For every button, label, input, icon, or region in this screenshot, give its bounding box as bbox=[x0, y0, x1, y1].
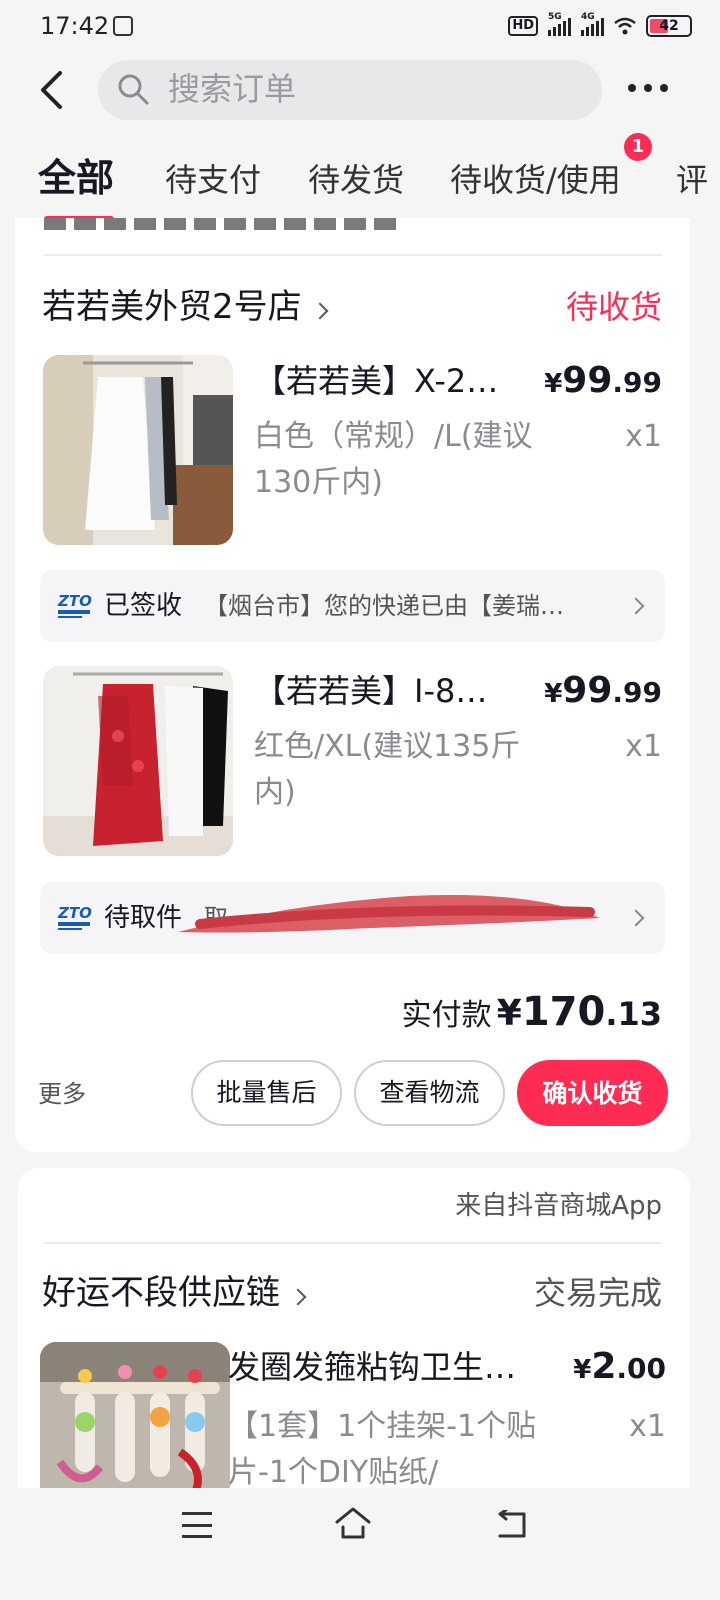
network-5g-label: 5G bbox=[548, 12, 562, 22]
product-price: ¥2.00 bbox=[540, 1344, 666, 1393]
price-decimal: .99 bbox=[612, 366, 662, 399]
paid-decimal: .13 bbox=[605, 995, 662, 1033]
product-spec: 红色/XL(建议135斤内) bbox=[254, 729, 521, 810]
product-thumbnail[interactable] bbox=[43, 666, 233, 856]
product-qty: x1 bbox=[625, 729, 662, 764]
status-time: 17:42 bbox=[40, 12, 110, 40]
product-thumbnail[interactable] bbox=[40, 1342, 230, 1488]
signal-5g-icon: 5G bbox=[548, 12, 571, 36]
product-price: ¥99.99 bbox=[510, 358, 662, 407]
shop-name[interactable]: 好运不段供应链 bbox=[42, 1273, 280, 1313]
logistics-detail: 【烟台市】您的快递已由【姜瑞… bbox=[204, 592, 564, 620]
more-button[interactable]: 更多 bbox=[38, 1076, 86, 1112]
product-spec-clip: 【1套】1个挂架-1个贴片-1个DIY贴纸/ bbox=[228, 1404, 558, 1488]
shop-name-row[interactable]: 若若美外贸2号店 bbox=[42, 284, 329, 330]
notification-app-icon bbox=[113, 16, 133, 36]
price-decimal: .00 bbox=[616, 1352, 666, 1385]
order-status: 交易完成 bbox=[533, 1274, 662, 1312]
divider bbox=[44, 1242, 662, 1244]
svg-text:ZTO: ZTO bbox=[57, 592, 92, 610]
paid-symbol: ¥ bbox=[496, 993, 522, 1034]
tab-badge: 1 bbox=[624, 133, 652, 161]
tab-pending-shipment[interactable]: 待发货 bbox=[308, 158, 404, 202]
product-title[interactable]: 【若若美】X-2… bbox=[254, 358, 514, 404]
wifi-icon bbox=[614, 17, 636, 35]
battery-level: 42 bbox=[659, 18, 679, 34]
price-integer: 99 bbox=[562, 670, 613, 711]
paid-label: 实付款 bbox=[401, 998, 492, 1033]
price-decimal: .99 bbox=[612, 676, 662, 709]
zto-express-icon: ZTO bbox=[57, 904, 92, 930]
svg-text:ZTO: ZTO bbox=[57, 904, 92, 922]
product-thumbnail[interactable] bbox=[43, 355, 233, 545]
truncated-text bbox=[44, 208, 404, 230]
shop-name[interactable]: 若若美外贸2号店 bbox=[42, 287, 302, 327]
hd-badge: HD bbox=[508, 16, 538, 36]
battery-icon: 42 bbox=[646, 15, 692, 37]
signal-4g-icon: 4G bbox=[581, 12, 604, 36]
view-logistics-button[interactable]: 查看物流 bbox=[354, 1060, 505, 1126]
price-symbol: ¥ bbox=[544, 679, 563, 709]
confirm-receipt-button[interactable]: 确认收货 bbox=[517, 1060, 668, 1126]
tab-pending-payment[interactable]: 待支付 bbox=[165, 158, 261, 202]
back-icon[interactable] bbox=[494, 1510, 528, 1540]
menu-icon[interactable] bbox=[182, 1512, 212, 1538]
paid-amount: ¥170.13 bbox=[496, 990, 662, 1034]
tab-all[interactable]: 全部 bbox=[38, 156, 114, 200]
network-4g-label: 4G bbox=[581, 12, 595, 22]
home-icon[interactable] bbox=[334, 1505, 372, 1541]
product-qty: x1 bbox=[625, 419, 662, 454]
paid-amount-row: 实付款 ¥170.13 bbox=[360, 990, 662, 1038]
redaction-scribble bbox=[178, 894, 600, 933]
order-source: 来自抖音商城App bbox=[455, 1191, 662, 1221]
logistics-status: 已签收 bbox=[104, 591, 183, 621]
chevron-right-icon bbox=[311, 302, 329, 319]
order-status: 待收货 bbox=[565, 288, 662, 326]
product-spec: 【1套】1个挂架-1个贴片-1个DIY贴纸/ bbox=[228, 1409, 537, 1488]
tab-review[interactable]: 评 bbox=[676, 158, 708, 202]
chevron-right-icon bbox=[289, 1288, 307, 1305]
status-icons: HD 5G 4G 42 bbox=[508, 12, 692, 40]
batch-after-sales-button[interactable]: 批量售后 bbox=[191, 1060, 342, 1126]
price-integer: 99 bbox=[562, 360, 613, 401]
product-spec: 白色（常规）/L(建议130斤内) bbox=[254, 419, 533, 500]
divider bbox=[44, 254, 662, 256]
product-price: ¥99.99 bbox=[510, 668, 662, 717]
price-symbol: ¥ bbox=[573, 1355, 592, 1385]
search-placeholder: 搜索订单 bbox=[168, 70, 297, 108]
search-icon bbox=[118, 74, 149, 105]
more-dots-icon[interactable] bbox=[628, 78, 676, 98]
paid-integer: 170 bbox=[521, 989, 606, 1035]
product-qty: x1 bbox=[629, 1409, 666, 1444]
product-title[interactable]: 【若若美】I-8… bbox=[254, 668, 514, 714]
price-integer: 2 bbox=[591, 1346, 617, 1387]
zto-express-icon: ZTO bbox=[57, 592, 92, 618]
tab-pending-receipt[interactable]: 待收货/使用 bbox=[450, 158, 621, 202]
chevron-left-icon[interactable] bbox=[38, 70, 64, 110]
shop-name-row[interactable]: 好运不段供应链 bbox=[42, 1270, 307, 1316]
product-title[interactable]: 发圈发箍粘钩卫生… bbox=[228, 1344, 548, 1390]
price-symbol: ¥ bbox=[544, 369, 563, 399]
